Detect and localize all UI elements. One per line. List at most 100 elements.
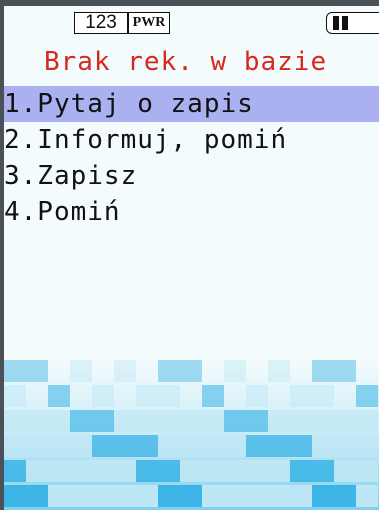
decorative-tile — [158, 435, 180, 457]
decorative-tile — [334, 360, 356, 382]
decorative-tile-background — [4, 360, 379, 510]
device-screen: 123 PWR Brak rek. w bazie 1.Pytaj o zapi… — [4, 6, 379, 510]
decorative-tile — [312, 410, 334, 432]
menu-item-save[interactable]: 3.Zapisz — [4, 158, 379, 194]
decorative-tile — [246, 460, 268, 482]
decorative-tile — [180, 485, 202, 507]
decorative-tile — [136, 460, 158, 482]
decorative-tile — [136, 435, 158, 457]
decorative-tile — [268, 460, 290, 482]
decorative-tile — [224, 435, 246, 457]
decorative-tile — [356, 460, 378, 482]
decorative-tile — [26, 410, 48, 432]
decorative-tile — [158, 385, 180, 407]
decorative-tile — [114, 435, 136, 457]
decorative-tile — [114, 485, 136, 507]
decorative-tile — [202, 410, 224, 432]
decorative-tile — [48, 460, 70, 482]
decorative-tile — [92, 460, 114, 482]
decorative-tile — [4, 435, 26, 457]
decorative-tile — [114, 360, 136, 382]
decorative-tile — [312, 460, 334, 482]
decorative-tile — [246, 410, 268, 432]
decorative-tile — [356, 410, 378, 432]
decorative-tile — [158, 460, 180, 482]
decorative-tile — [26, 485, 48, 507]
decorative-tile — [92, 485, 114, 507]
battery-level-bar — [333, 16, 339, 30]
decorative-tile — [202, 385, 224, 407]
decorative-tile — [202, 485, 224, 507]
decorative-tile — [290, 385, 312, 407]
decorative-tile — [70, 460, 92, 482]
decorative-tile — [158, 485, 180, 507]
decorative-tile — [48, 485, 70, 507]
input-mode-indicator: 123 — [74, 12, 128, 34]
decorative-tile — [268, 485, 290, 507]
decorative-tile — [268, 435, 290, 457]
decorative-tile — [224, 485, 246, 507]
decorative-tile — [136, 410, 158, 432]
battery-icon — [326, 12, 379, 34]
decorative-tile — [26, 360, 48, 382]
decorative-tile — [356, 485, 378, 507]
decorative-tile — [136, 485, 158, 507]
menu-item-inform-skip[interactable]: 2.Informuj, pomiń — [4, 122, 379, 158]
decorative-tile — [202, 460, 224, 482]
decorative-tile — [290, 435, 312, 457]
decorative-tile — [246, 435, 268, 457]
decorative-tile — [334, 460, 356, 482]
decorative-tile — [26, 435, 48, 457]
decorative-tile — [356, 385, 378, 407]
decorative-tile — [158, 360, 180, 382]
decorative-tile — [114, 460, 136, 482]
decorative-tile — [4, 360, 26, 382]
decorative-tile — [26, 460, 48, 482]
decorative-tile — [290, 485, 312, 507]
decorative-tile — [290, 410, 312, 432]
decorative-tile — [356, 435, 378, 457]
decorative-tile — [180, 360, 202, 382]
decorative-tile — [290, 460, 312, 482]
battery-level-bar — [342, 16, 348, 30]
decorative-tile — [180, 460, 202, 482]
decorative-tile — [246, 385, 268, 407]
decorative-tile — [4, 385, 26, 407]
decorative-tile — [268, 410, 290, 432]
decorative-tile — [70, 410, 92, 432]
decorative-tile — [48, 435, 70, 457]
decorative-tile — [268, 360, 290, 382]
decorative-tile — [92, 410, 114, 432]
decorative-tile — [224, 360, 246, 382]
decorative-tile — [4, 485, 26, 507]
menu-item-skip[interactable]: 4.Pomiń — [4, 194, 379, 230]
decorative-tile — [202, 435, 224, 457]
decorative-tile — [312, 360, 334, 382]
decorative-tile — [246, 485, 268, 507]
decorative-tile — [136, 385, 158, 407]
decorative-tile — [4, 410, 26, 432]
decorative-tile — [92, 385, 114, 407]
decorative-tile — [180, 435, 202, 457]
power-indicator: PWR — [128, 12, 170, 34]
decorative-tile — [70, 485, 92, 507]
decorative-tile — [70, 435, 92, 457]
decorative-tile — [180, 410, 202, 432]
decorative-tile — [312, 485, 334, 507]
decorative-tile — [334, 485, 356, 507]
decorative-tile — [48, 385, 70, 407]
status-bar: 123 PWR — [4, 6, 379, 38]
options-menu: 1.Pytaj o zapis 2.Informuj, pomiń 3.Zapi… — [4, 86, 379, 230]
decorative-tile — [224, 460, 246, 482]
decorative-tile — [312, 385, 334, 407]
menu-item-ask-to-save[interactable]: 1.Pytaj o zapis — [4, 86, 379, 122]
decorative-tile — [334, 435, 356, 457]
decorative-tile — [4, 460, 26, 482]
decorative-tile — [158, 410, 180, 432]
decorative-tile — [224, 410, 246, 432]
decorative-tile — [70, 360, 92, 382]
decorative-tile — [48, 410, 70, 432]
decorative-tile — [334, 410, 356, 432]
screen-title: Brak rek. w bazie — [44, 47, 328, 77]
decorative-tile — [312, 435, 334, 457]
